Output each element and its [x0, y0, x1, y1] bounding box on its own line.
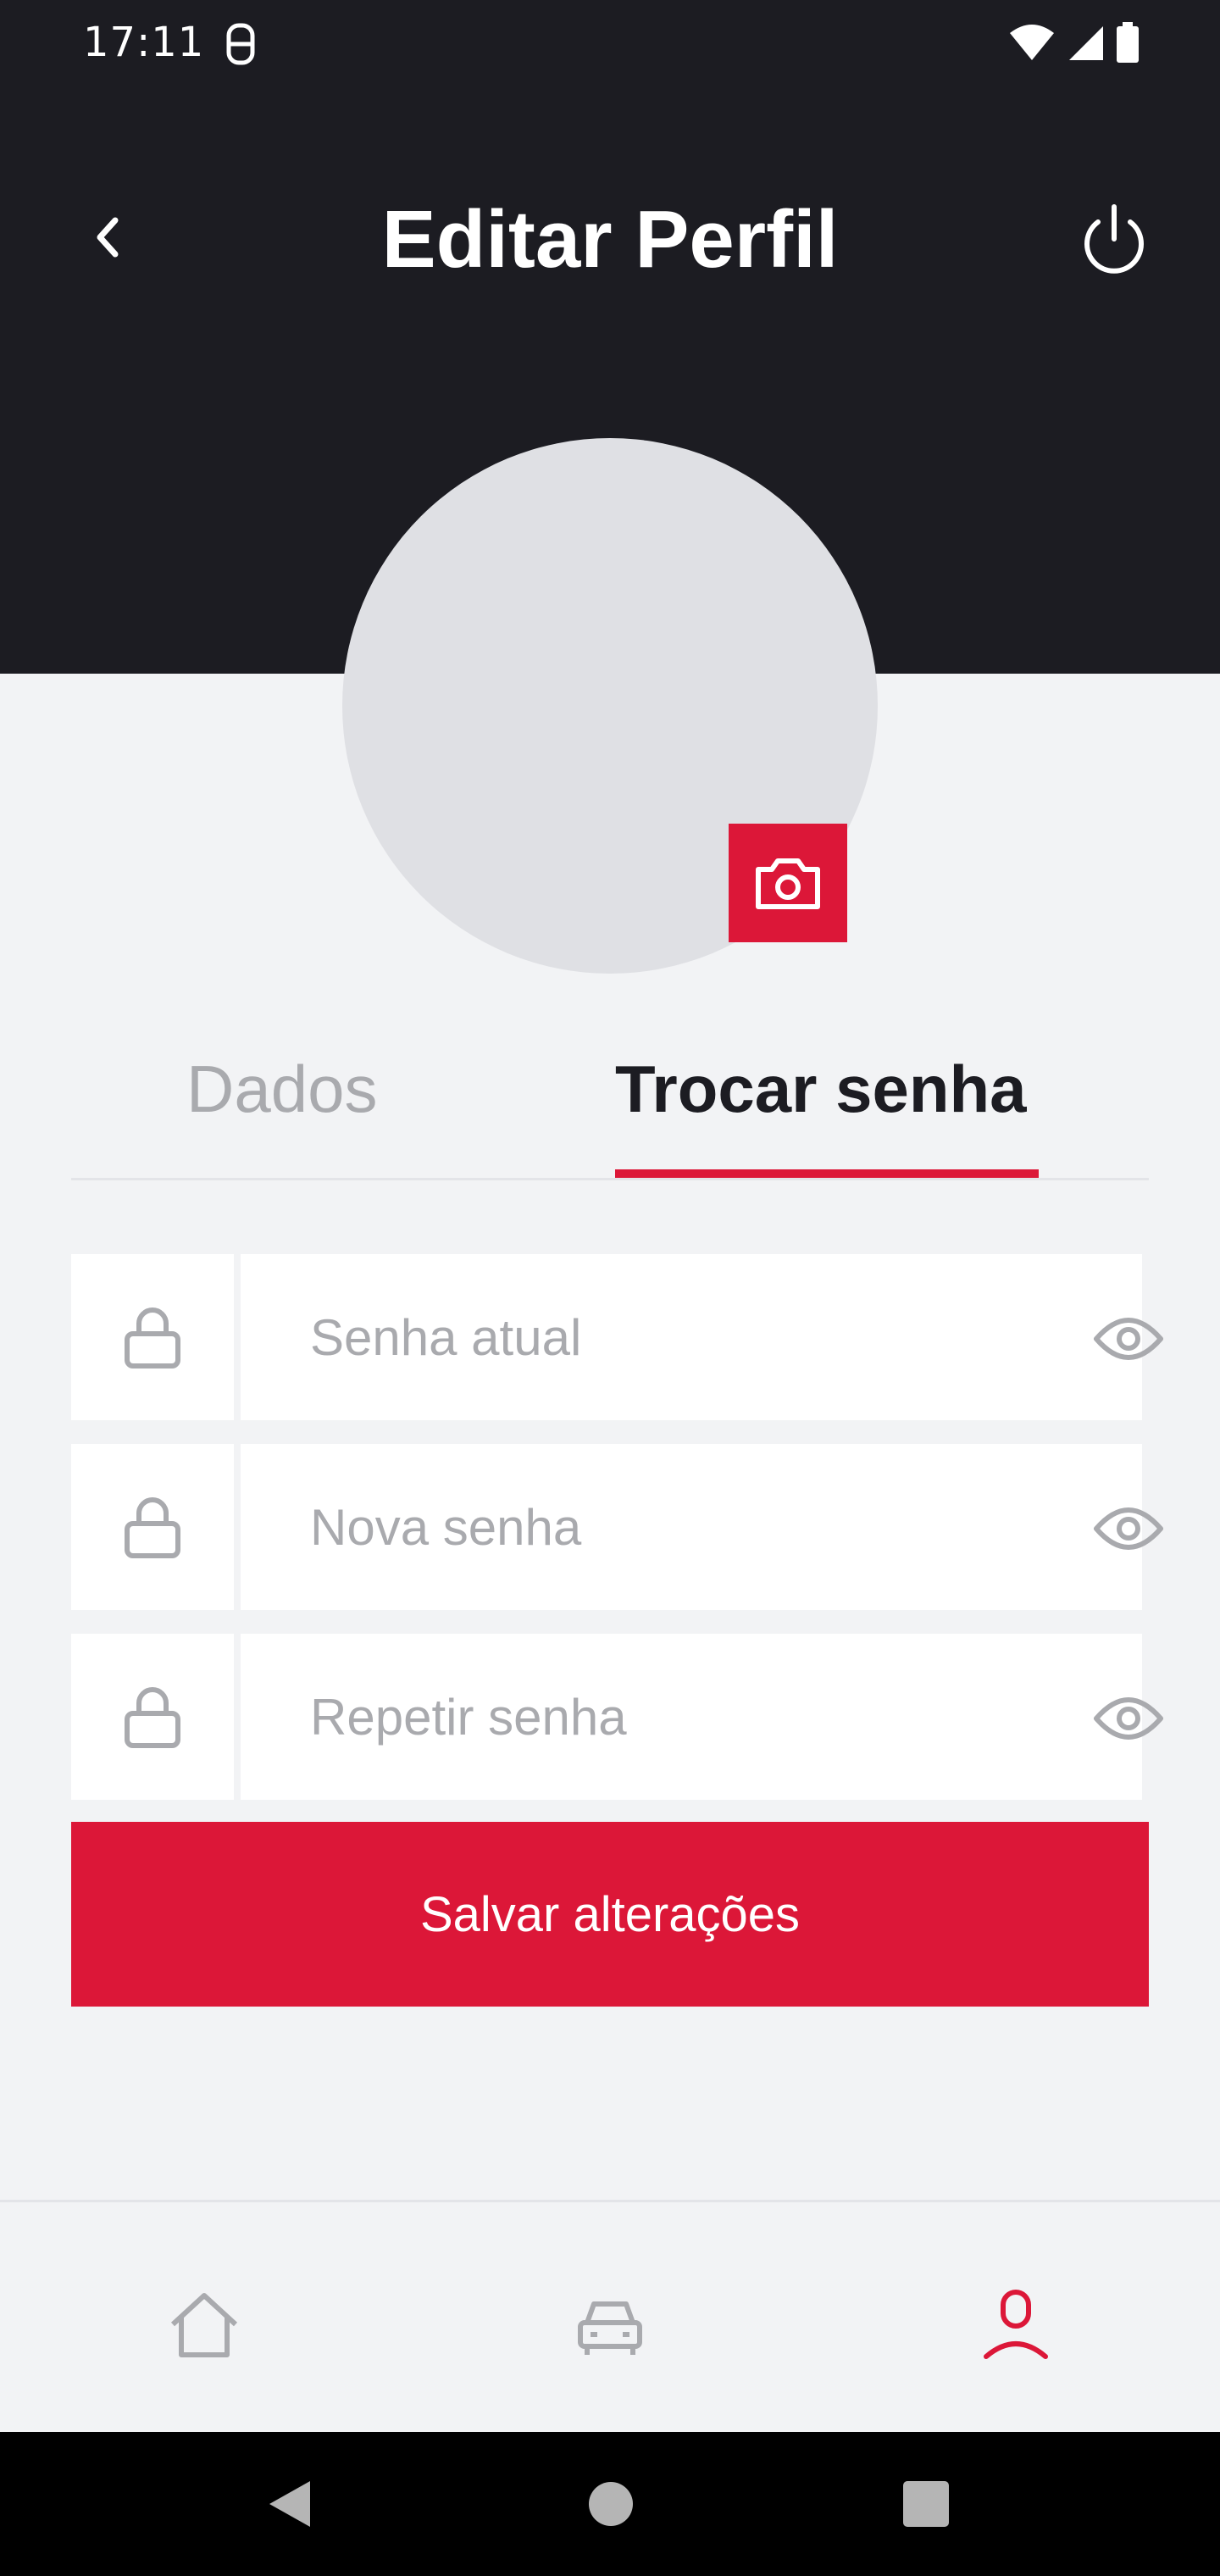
lock-icon [125, 1687, 180, 1748]
status-bar: 17:11 [0, 0, 1220, 85]
signal-icon [1069, 26, 1103, 60]
current-password-input[interactable] [310, 1254, 971, 1420]
repeat-password-field [71, 1634, 1163, 1800]
car-icon[interactable] [572, 2287, 648, 2363]
page-title: Editar Perfil [381, 194, 839, 285]
repeat-password-input[interactable] [310, 1634, 971, 1800]
system-back-icon[interactable] [263, 2476, 319, 2532]
eye-icon[interactable] [1093, 1493, 1164, 1564]
active-tab-indicator [615, 1169, 1039, 1178]
field-icon-box [71, 1444, 234, 1610]
new-password-input[interactable] [310, 1444, 971, 1610]
sim-card-icon [226, 23, 255, 65]
lock-icon [125, 1307, 180, 1368]
android-navigation-bar [0, 2432, 1220, 2576]
battery-icon [1117, 22, 1139, 63]
system-home-icon[interactable] [583, 2476, 639, 2532]
current-password-field [71, 1254, 1163, 1420]
change-photo-button[interactable] [729, 824, 847, 942]
field-icon-box [71, 1634, 234, 1800]
wifi-icon [1010, 25, 1054, 60]
bottom-navigation [0, 2200, 1220, 2432]
eye-icon[interactable] [1093, 1683, 1164, 1754]
new-password-field [71, 1444, 1163, 1610]
profile-tabs: Dados Trocar senha [71, 1034, 1149, 1180]
field-input-box [241, 1634, 1163, 1800]
user-icon[interactable] [978, 2287, 1054, 2363]
tab-dados[interactable]: Dados [186, 1034, 377, 1178]
field-icon-box [71, 1254, 234, 1420]
tab-trocar-senha[interactable]: Trocar senha [615, 1034, 1027, 1178]
save-changes-button[interactable]: Salvar alterações [71, 1822, 1149, 2007]
system-recents-icon[interactable] [898, 2476, 954, 2532]
field-input-box [241, 1444, 1163, 1610]
status-time: 17:11 [83, 19, 205, 66]
home-icon[interactable] [166, 2287, 242, 2363]
field-input-box [241, 1254, 1163, 1420]
lock-icon [125, 1497, 180, 1558]
status-icons [1008, 22, 1139, 63]
camera-icon [756, 858, 820, 909]
tabs-divider [71, 1178, 1149, 1180]
power-button[interactable] [1074, 200, 1154, 280]
eye-icon[interactable] [1093, 1303, 1164, 1374]
